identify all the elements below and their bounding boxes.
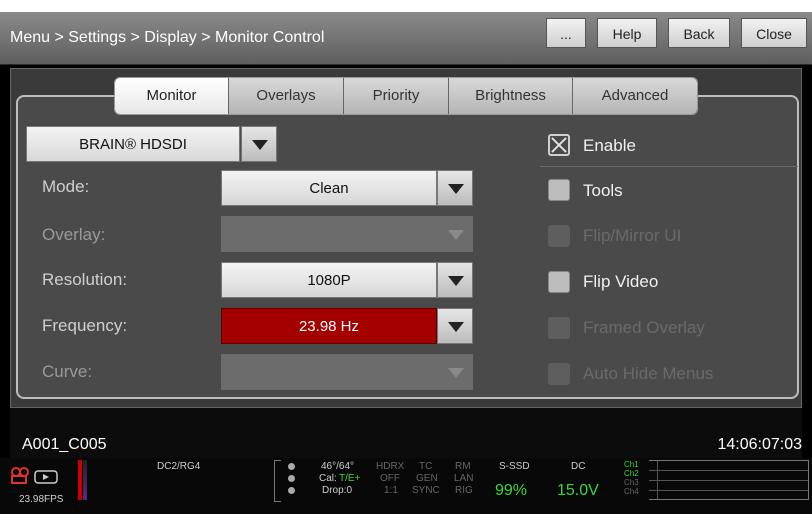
audio-meters <box>649 460 809 500</box>
chevron-down-icon <box>448 230 464 240</box>
overlay-label: Overlay: <box>42 225 106 244</box>
gen-label: GEN <box>416 473 438 484</box>
bracket <box>274 460 281 502</box>
status-dot <box>288 475 295 482</box>
channel-4: Ch4 <box>624 487 639 496</box>
overlay-dropdown-button <box>437 216 473 252</box>
audio-meter-purple <box>83 460 87 500</box>
channel-1: Ch1 <box>624 460 639 469</box>
tab-advanced[interactable]: Advanced <box>573 78 697 114</box>
clip-bar <box>10 408 802 458</box>
clip-name: A001_C005 <box>22 436 107 453</box>
flip-video-label: Flip Video <box>583 272 659 291</box>
lan-label: LAN <box>454 473 474 484</box>
dc-rg-readout: DC2/RG4 <box>157 461 201 472</box>
timecode: 14:06:07:03 <box>717 436 802 453</box>
monitor-output-select[interactable]: BRAIN® HDSDI <box>26 126 240 162</box>
resolution-select[interactable]: 1080P <box>221 262 437 298</box>
close-button[interactable]: Close <box>741 18 807 48</box>
hdrx-value: OFF <box>380 473 400 484</box>
tab-bar: Monitor Overlays Priority Brightness Adv… <box>114 77 698 115</box>
tab-brightness[interactable]: Brightness <box>449 78 573 114</box>
frequency-select[interactable]: 23.98 Hz <box>221 308 437 344</box>
flip-mirror-ui-label: Flip/Mirror UI <box>583 226 682 245</box>
frequency-dropdown-button[interactable] <box>437 308 473 344</box>
flip-video-checkbox[interactable] <box>548 271 570 293</box>
divider <box>540 166 798 167</box>
status-dot <box>288 487 295 494</box>
flip-mirror-ui-checkbox <box>548 225 570 247</box>
rig-label: RIG <box>455 485 473 496</box>
tools-label: Tools <box>583 181 623 200</box>
status-dot <box>288 463 295 470</box>
ssd-value: 99% <box>495 482 528 499</box>
fps-readout: 23.98FPS <box>19 494 64 505</box>
record-camera-icon[interactable] <box>10 465 70 485</box>
mode-dropdown-button[interactable] <box>437 170 473 206</box>
resolution-label: Resolution: <box>42 270 128 289</box>
mode-select[interactable]: Clean <box>221 170 437 206</box>
sync-label: SYNC <box>412 485 440 496</box>
frequency-label: Frequency: <box>42 316 128 335</box>
chevron-down-icon <box>448 322 464 332</box>
help-button[interactable]: Help <box>597 18 657 48</box>
ssd-label: S-SSD <box>499 461 530 472</box>
drop-readout: Drop:0 <box>322 485 353 496</box>
tab-overlays[interactable]: Overlays <box>229 78 344 114</box>
framed-overlay-checkbox <box>548 317 570 339</box>
enable-label: Enable <box>583 136 636 155</box>
chevron-down-icon <box>448 368 464 378</box>
mode-label: Mode: <box>42 177 90 196</box>
chevron-down-icon <box>448 184 464 194</box>
auto-hide-menus-label: Auto Hide Menus <box>583 364 714 383</box>
dc-label: DC <box>571 461 586 472</box>
tab-priority[interactable]: Priority <box>344 78 449 114</box>
back-button[interactable]: Back <box>668 18 730 48</box>
dc-voltage: 15.0V <box>557 482 599 499</box>
tools-checkbox[interactable] <box>548 179 570 201</box>
overlay-select <box>221 216 437 252</box>
audio-meter-red <box>78 460 82 500</box>
rm-label: RM <box>455 461 471 472</box>
more-button[interactable]: ... <box>546 18 586 48</box>
status-bar: 23.98FPS DC2/RG4 46°/64° Cal: T/E+ Drop:… <box>0 458 812 514</box>
framed-overlay-label: Framed Overlay <box>583 318 705 337</box>
cal-label: Cal: <box>319 473 337 484</box>
tc-label: TC <box>419 461 433 472</box>
temp-readout: 46°/64° <box>321 461 355 472</box>
breadcrumb: Menu > Settings > Display > Monitor Cont… <box>10 29 325 46</box>
curve-label: Curve: <box>42 362 93 381</box>
monitor-output-dropdown-button[interactable] <box>241 126 277 162</box>
cal-value: T/E+ <box>339 473 361 484</box>
chevron-down-icon <box>252 140 268 150</box>
auto-hide-menus-checkbox <box>548 363 570 385</box>
curve-select <box>221 354 437 390</box>
chevron-down-icon <box>448 276 464 286</box>
channel-3: Ch3 <box>624 478 639 487</box>
hdrx-label: HDRX <box>376 461 405 472</box>
ratio-value: 1:1 <box>384 485 398 496</box>
enable-checkbox[interactable] <box>548 134 570 156</box>
tab-monitor[interactable]: Monitor <box>115 78 229 114</box>
curve-dropdown-button <box>437 354 473 390</box>
resolution-dropdown-button[interactable] <box>437 262 473 298</box>
channel-2: Ch2 <box>624 469 639 478</box>
